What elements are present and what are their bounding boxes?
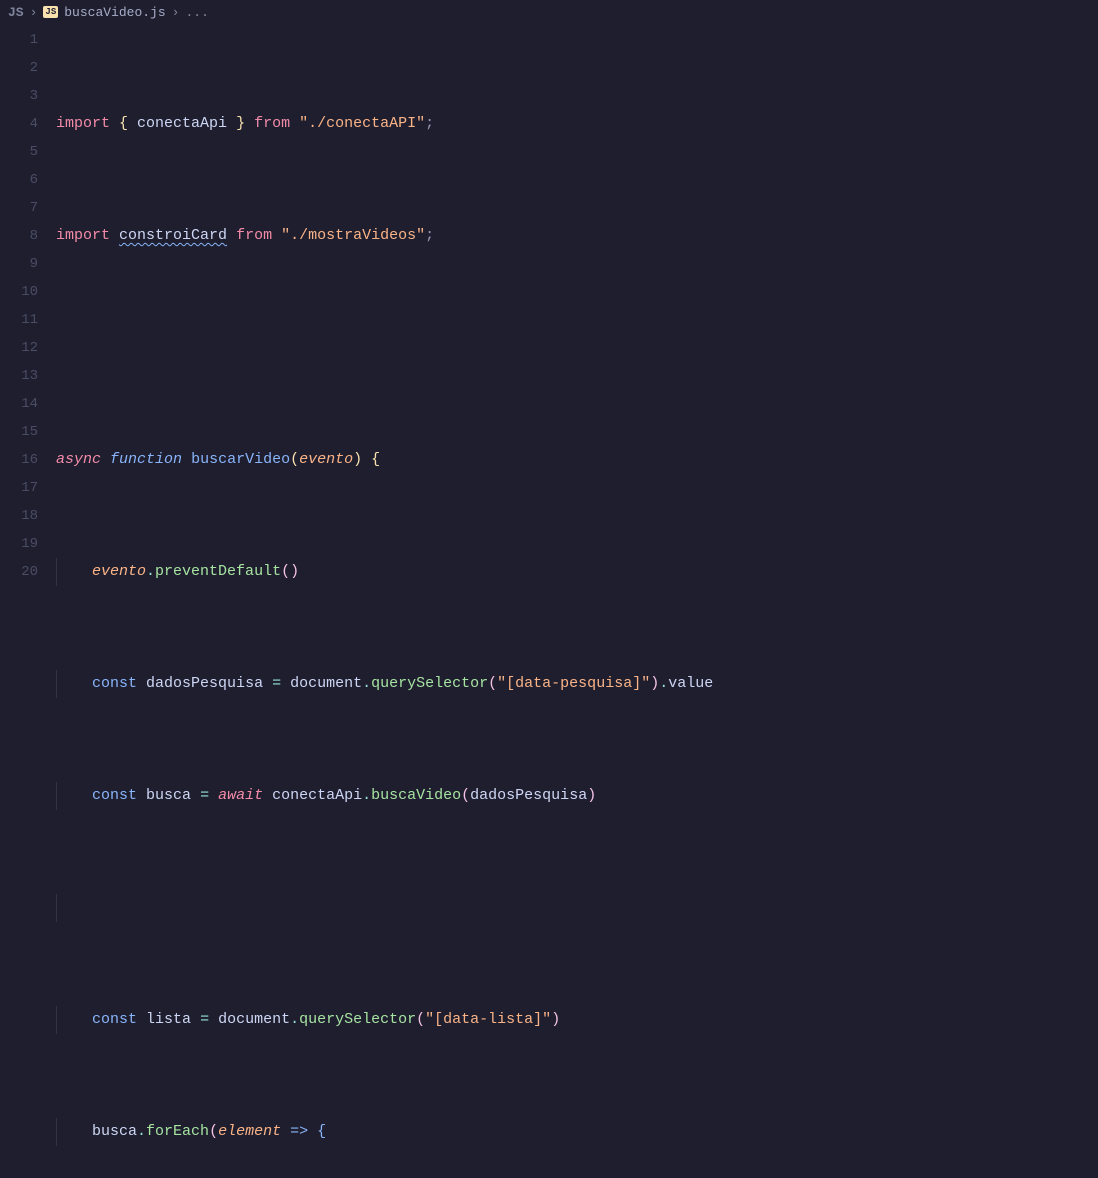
breadcrumb[interactable]: JS › JS buscaVideo.js › ...: [0, 0, 1098, 24]
code-line[interactable]: busca.forEach(element => {: [56, 1118, 1098, 1146]
breadcrumb-file[interactable]: buscaVideo.js: [64, 5, 165, 20]
code-line[interactable]: const lista = document.querySelector("[d…: [56, 1006, 1098, 1034]
code-content[interactable]: import { conectaApi } from "./conectaAPI…: [56, 24, 1098, 589]
chevron-right-icon: ›: [172, 5, 180, 20]
js-file-icon: JS: [43, 6, 58, 18]
code-editor[interactable]: 1 2 3 4 5 6 7 8 9 10 11 12 13 14 15 16 1…: [0, 24, 1098, 589]
breadcrumb-root: JS: [8, 5, 24, 20]
code-line[interactable]: import constroiCard from "./mostraVideos…: [56, 222, 1098, 250]
code-line[interactable]: [56, 334, 1098, 362]
chevron-right-icon: ›: [30, 5, 38, 20]
code-line[interactable]: evento.preventDefault(): [56, 558, 1098, 586]
line-number-gutter: 1 2 3 4 5 6 7 8 9 10 11 12 13 14 15 16 1…: [0, 24, 56, 589]
code-line[interactable]: const dadosPesquisa = document.querySele…: [56, 670, 1098, 698]
code-line[interactable]: [56, 894, 1098, 922]
breadcrumb-tail[interactable]: ...: [185, 5, 208, 20]
code-line[interactable]: async function buscarVideo(evento) {: [56, 446, 1098, 474]
code-line[interactable]: const busca = await conectaApi.buscaVide…: [56, 782, 1098, 810]
code-line[interactable]: import { conectaApi } from "./conectaAPI…: [56, 110, 1098, 138]
